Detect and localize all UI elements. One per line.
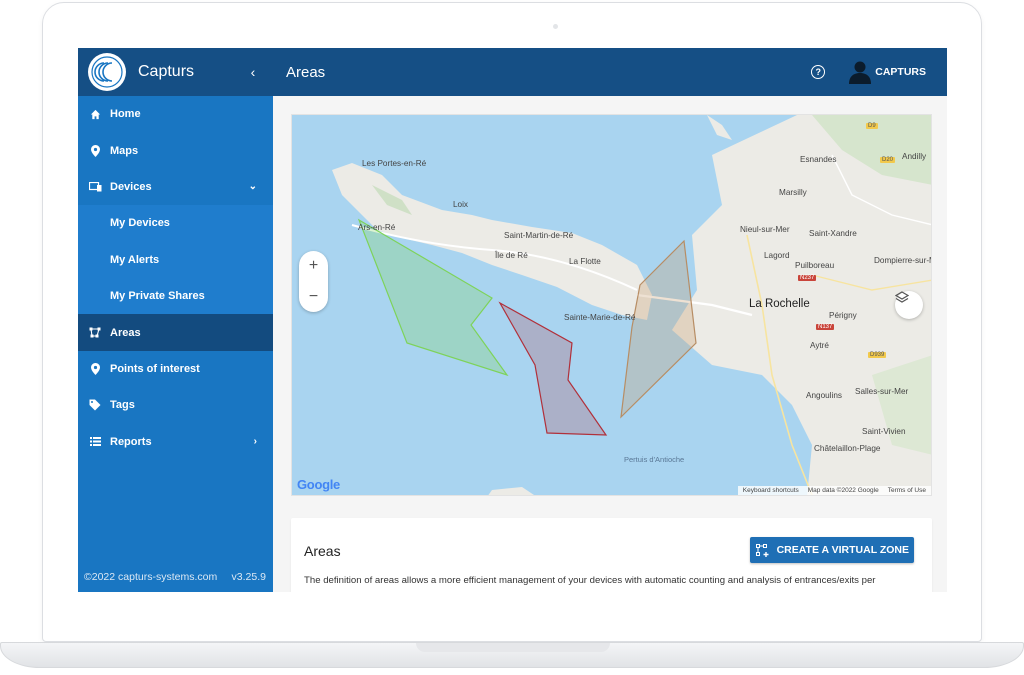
sidebar-item-label: Home bbox=[110, 108, 141, 121]
sidebar-item-label: My Devices bbox=[110, 217, 170, 230]
home-icon bbox=[88, 109, 102, 120]
map-label: Les Portes-en-Ré bbox=[362, 159, 427, 168]
list-icon bbox=[88, 437, 102, 447]
version-text: v3.25.9 bbox=[231, 571, 266, 583]
chevron-down-icon: ⌄ bbox=[248, 181, 257, 193]
user-name[interactable]: CAPTURS bbox=[875, 66, 926, 78]
sidebar-item-tags[interactable]: Tags bbox=[78, 387, 273, 423]
sidebar-item-label: Points of interest bbox=[110, 362, 200, 375]
layers-icon bbox=[895, 291, 909, 303]
sidebar: Capturs ‹ Home Maps Devices ⌄ My Devices bbox=[78, 48, 273, 592]
brand-bar: Capturs ‹ bbox=[78, 48, 273, 96]
area-zone-red[interactable] bbox=[498, 301, 608, 436]
map-label: Île de Ré bbox=[495, 251, 528, 260]
card-title: Areas bbox=[304, 543, 341, 559]
zoom-control: + − bbox=[299, 251, 328, 312]
terms-link[interactable]: Terms of Use bbox=[888, 487, 926, 494]
road-badge: D9 bbox=[866, 123, 878, 129]
sidebar-footer: ©2022 capturs-systems.com v3.25.9 bbox=[84, 571, 266, 583]
sidebar-item-label: Areas bbox=[110, 326, 141, 339]
road-badge: N137 bbox=[816, 324, 835, 330]
map-label: Loix bbox=[453, 200, 469, 209]
devices-icon bbox=[88, 181, 102, 192]
card-description: The definition of areas allows a more ef… bbox=[304, 575, 876, 586]
map-label: Saint-Xandre bbox=[809, 229, 857, 238]
chevron-left-icon[interactable]: ‹ bbox=[243, 64, 263, 80]
map-attribution: Keyboard shortcuts Map data ©2022 Google… bbox=[737, 486, 931, 495]
sidebar-item-label: Reports bbox=[110, 435, 152, 448]
sidebar-item-my-private-shares[interactable]: My Private Shares bbox=[78, 277, 273, 315]
chevron-right-icon: › bbox=[253, 436, 257, 448]
sidebar-item-reports[interactable]: Reports › bbox=[78, 424, 273, 460]
map-label: La Flotte bbox=[569, 257, 601, 266]
road-badge: D20 bbox=[880, 157, 896, 163]
google-logo: Google bbox=[297, 477, 340, 492]
sidebar-item-label: Maps bbox=[110, 144, 139, 157]
map-label: Puilboreau bbox=[795, 261, 835, 270]
map-view[interactable]: Les Portes-en-Ré Loix Ars-en-Ré Saint-Ma… bbox=[291, 114, 932, 496]
sidebar-item-devices[interactable]: Devices ⌄ bbox=[78, 169, 273, 205]
laptop-notch bbox=[416, 643, 610, 652]
sidebar-item-home[interactable]: Home bbox=[78, 96, 273, 132]
create-virtual-zone-button[interactable]: CREATE A VIRTUAL ZONE bbox=[749, 537, 914, 563]
map-label: Saint-Martin-de-Ré bbox=[504, 231, 574, 240]
user-avatar-icon[interactable] bbox=[849, 60, 872, 84]
app-screen: Capturs ‹ Home Maps Devices ⌄ My Devices bbox=[78, 48, 947, 592]
map-label: Saint-Vivien bbox=[862, 427, 906, 436]
page-title: Areas bbox=[286, 63, 326, 81]
add-zone-icon bbox=[755, 543, 769, 557]
sidebar-item-maps[interactable]: Maps bbox=[78, 132, 273, 168]
map-label: Sainte-Marie-de-Ré bbox=[564, 313, 636, 322]
map-label: Esnandes bbox=[800, 155, 837, 164]
sidebar-item-label: Tags bbox=[110, 399, 135, 412]
areas-card: Areas CREATE A VIRTUAL ZONE The definiti… bbox=[291, 518, 932, 592]
keyboard-shortcuts-link[interactable]: Keyboard shortcuts bbox=[743, 487, 799, 494]
top-bar: Areas ? CAPTURS bbox=[273, 48, 947, 96]
map-label: Salles-sur-Mer bbox=[855, 387, 909, 396]
map-label: Angoulins bbox=[806, 391, 842, 400]
help-circle-icon[interactable]: ? bbox=[811, 65, 826, 79]
road-badge: D939 bbox=[868, 352, 887, 358]
zoom-out-button[interactable]: − bbox=[309, 288, 318, 306]
map-label: Dompierre-sur-Mer bbox=[874, 256, 931, 265]
map-label: Lagord bbox=[764, 251, 790, 260]
map-label: Andilly bbox=[902, 152, 927, 161]
sidebar-item-areas[interactable]: Areas bbox=[78, 314, 273, 351]
map-label: Périgny bbox=[829, 311, 857, 320]
map-marker-icon bbox=[88, 362, 102, 375]
zoom-in-button[interactable]: + bbox=[309, 257, 318, 275]
capturs-logo[interactable] bbox=[88, 53, 126, 91]
main-content: Les Portes-en-Ré Loix Ars-en-Ré Saint-Ma… bbox=[273, 96, 947, 592]
create-virtual-zone-label: CREATE A VIRTUAL ZONE bbox=[776, 544, 909, 556]
laptop-base bbox=[0, 642, 1024, 668]
tag-icon bbox=[88, 399, 102, 411]
map-data-text: Map data ©2022 Google bbox=[807, 487, 879, 494]
app-name: Capturs bbox=[138, 63, 195, 80]
road-badge: N237 bbox=[798, 275, 817, 281]
map-label: Nieul-sur-Mer bbox=[740, 225, 790, 234]
map-label: Aytré bbox=[810, 341, 829, 350]
copyright-text: ©2022 capturs-systems.com bbox=[84, 571, 218, 583]
map-label: Châtelaillon-Plage bbox=[814, 444, 881, 453]
sidebar-item-label: My Alerts bbox=[110, 253, 160, 266]
sidebar-item-label: My Private Shares bbox=[110, 290, 205, 303]
sidebar-item-points-of-interest[interactable]: Points of interest bbox=[78, 351, 273, 387]
sidebar-item-label: Devices bbox=[110, 180, 152, 193]
sidebar-item-my-devices[interactable]: My Devices bbox=[78, 205, 273, 242]
map-canvas bbox=[332, 115, 931, 495]
areas-icon bbox=[88, 327, 102, 338]
sidebar-item-my-alerts[interactable]: My Alerts bbox=[78, 241, 273, 278]
map-label-water: Pertuis d'Antioche bbox=[624, 455, 685, 464]
map-label: Marsilly bbox=[779, 188, 807, 197]
map-label-city: La Rochelle bbox=[749, 298, 810, 310]
layers-button[interactable] bbox=[895, 291, 923, 319]
camera-dot bbox=[553, 24, 558, 29]
map-label: Ars-en-Ré bbox=[358, 223, 396, 232]
map-marker-icon bbox=[88, 144, 102, 157]
